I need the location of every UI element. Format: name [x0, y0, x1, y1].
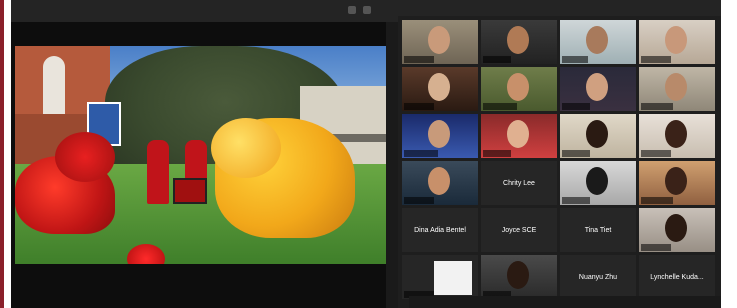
participant-name: Tina Tiet: [584, 226, 612, 234]
participant-tile[interactable]: [639, 67, 715, 111]
shared-video-lion-dance: [15, 46, 386, 264]
fullscreen-icon[interactable]: [363, 6, 371, 14]
participant-name-tile[interactable]: Lynchelle Kuda...: [639, 255, 715, 299]
participant-tile[interactable]: [481, 20, 557, 64]
participant-name-tile[interactable]: Joyce SCE: [481, 208, 557, 252]
participant-tile[interactable]: [481, 255, 557, 299]
video-call-window: Chrity Lee Dina Adia Bentel Joyce SCE Ti…: [11, 0, 721, 308]
yellow-lion-head: [211, 118, 281, 178]
participant-tile[interactable]: [560, 161, 636, 205]
participant-gallery: Chrity Lee Dina Adia Bentel Joyce SCE Ti…: [398, 16, 721, 308]
drummer: [147, 140, 169, 204]
participant-tile[interactable]: [639, 161, 715, 205]
participant-tile[interactable]: [402, 20, 478, 64]
participant-name: Chrity Lee: [503, 179, 535, 187]
participant-tile[interactable]: [639, 20, 715, 64]
participant-name: Joyce SCE: [501, 226, 537, 234]
participant-tile[interactable]: [402, 114, 478, 158]
participant-tile[interactable]: [402, 255, 478, 299]
participant-name: Dina Adia Bentel: [414, 226, 466, 234]
participant-name: Lynchelle Kuda...: [650, 273, 704, 281]
participant-tile[interactable]: [639, 208, 715, 252]
red-lion-head: [55, 132, 115, 182]
participant-tile[interactable]: [639, 114, 715, 158]
participant-tile[interactable]: [560, 67, 636, 111]
participant-tile[interactable]: [481, 67, 557, 111]
drum: [173, 178, 207, 204]
participant-name-tile[interactable]: Nuanyu Zhu: [560, 255, 636, 299]
participant-tile[interactable]: [481, 114, 557, 158]
bottom-toolbar: [409, 296, 721, 308]
camera-off-thumbnail: [434, 261, 472, 295]
participant-tile[interactable]: [560, 20, 636, 64]
participant-name-tile[interactable]: Tina Tiet: [560, 208, 636, 252]
participant-name-tile[interactable]: Dina Adia Bentel: [402, 208, 478, 252]
participant-tile[interactable]: [402, 161, 478, 205]
participant-tile[interactable]: [402, 67, 478, 111]
participant-tile[interactable]: [560, 114, 636, 158]
church-window: [43, 56, 65, 118]
view-icon[interactable]: [348, 6, 356, 14]
page-border: [0, 0, 4, 308]
participant-name: Nuanyu Zhu: [578, 273, 618, 281]
participant-name-tile[interactable]: Chrity Lee: [481, 161, 557, 205]
